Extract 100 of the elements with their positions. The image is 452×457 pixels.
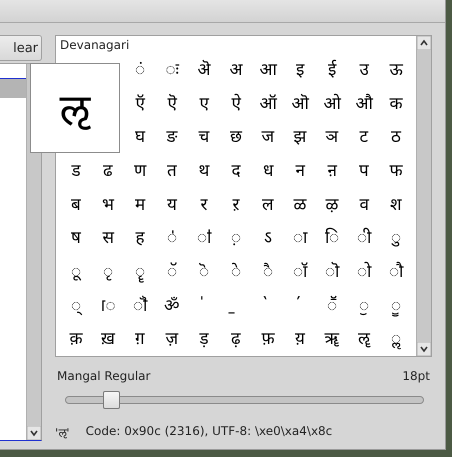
character-cell[interactable]: छ [220, 127, 252, 148]
character-cell[interactable]: े [220, 262, 252, 282]
character-cell[interactable]: ऴ [316, 194, 348, 215]
character-cell[interactable]: ॢ [380, 329, 412, 350]
character-cell[interactable]: ढ़ [220, 329, 252, 350]
character-cell[interactable]: ॖ [348, 296, 380, 316]
character-cell[interactable]: ः [156, 60, 188, 80]
character-cell[interactable]: ा [284, 228, 316, 248]
scroll-up-icon[interactable] [417, 36, 431, 50]
character-cell[interactable]: ृ [92, 262, 124, 282]
scroll-down-icon[interactable] [417, 342, 431, 356]
character-cell[interactable]: ज [252, 127, 284, 148]
character-cell[interactable]: ौ [380, 262, 412, 282]
character-cell[interactable]: ख़ [92, 329, 124, 350]
character-cell[interactable]: ं [124, 60, 156, 80]
character-cell[interactable]: र [188, 194, 220, 215]
character-cell[interactable]: ऽ [252, 228, 284, 248]
character-cell[interactable]: ळ [284, 194, 316, 215]
character-cell[interactable]: य [156, 194, 188, 215]
selected-row[interactable] [0, 78, 26, 98]
character-cell[interactable]: ऑ [252, 94, 284, 114]
character-cell[interactable]: ॊ [316, 262, 348, 282]
character-cell[interactable]: स [92, 228, 124, 248]
character-cell[interactable]: ॏ [124, 296, 156, 316]
character-cell[interactable]: ़ [220, 228, 252, 248]
character-cell[interactable]: फ [380, 161, 412, 182]
character-cell[interactable]: ह [124, 228, 156, 248]
character-cell[interactable]: ि [316, 228, 348, 248]
character-cell[interactable]: ग़ [124, 329, 156, 350]
clear-button[interactable]: lear [0, 35, 42, 61]
character-cell[interactable]: झ [284, 127, 316, 148]
character-cell[interactable]: ॔ [284, 296, 316, 316]
character-cell[interactable]: ॅ [156, 262, 188, 282]
character-cell[interactable]: ऍ [124, 94, 156, 114]
character-cell[interactable]: क़ [60, 329, 92, 350]
character-cell[interactable]: ध [252, 161, 284, 182]
character-cell[interactable]: ल [252, 194, 284, 215]
character-cell[interactable]: व [348, 194, 380, 215]
character-cell[interactable]: भ [92, 194, 124, 215]
character-cell[interactable]: प [348, 161, 380, 182]
character-cell[interactable]: ु [380, 228, 412, 248]
character-cell[interactable]: म [124, 194, 156, 215]
character-cell[interactable]: ओ [316, 94, 348, 114]
character-cell[interactable]: ो [348, 262, 380, 282]
character-cell[interactable]: ऐ [220, 94, 252, 114]
character-cell[interactable]: ठ [380, 127, 412, 148]
character-cell[interactable]: ड़ [188, 329, 220, 350]
character-cell[interactable]: ॐ [156, 296, 188, 316]
character-cell[interactable]: ॡ [348, 329, 380, 350]
scroll-down-icon[interactable] [27, 426, 41, 440]
character-cell[interactable]: ऄ [188, 60, 220, 80]
character-cell[interactable]: ॉ [284, 262, 316, 282]
character-cell[interactable]: ञ [316, 127, 348, 148]
character-cell[interactable]: ब [60, 194, 92, 215]
character-cell[interactable]: ऊ [380, 60, 412, 80]
character-cell[interactable]: फ़ [252, 329, 284, 350]
character-cell[interactable]: ई [316, 60, 348, 80]
character-cell[interactable]: ॒ [220, 296, 252, 316]
character-cell[interactable]: ऩ [316, 161, 348, 182]
character-cell[interactable]: ी [348, 228, 380, 248]
character-cell[interactable]: ॠ [316, 329, 348, 350]
character-cell[interactable]: ङ [156, 127, 188, 148]
character-cell[interactable]: आ [252, 60, 284, 80]
character-cell[interactable]: उ [348, 60, 380, 80]
character-cell[interactable]: श [380, 194, 412, 215]
size-slider[interactable] [65, 391, 424, 406]
scrollbar[interactable] [416, 36, 431, 356]
character-cell[interactable]: च [188, 127, 220, 148]
character-cell[interactable]: क [380, 94, 412, 114]
character-cell[interactable]: य़ [284, 329, 316, 350]
character-cell[interactable]: द [220, 161, 252, 182]
slider-thumb[interactable] [102, 391, 120, 409]
character-cell[interactable]: थ [188, 161, 220, 182]
character-cell[interactable]: ढ [92, 161, 124, 182]
character-cell[interactable]: ॆ [188, 262, 220, 282]
character-cell[interactable]: औ [348, 94, 380, 114]
character-cell[interactable]: ण [124, 161, 156, 182]
character-cell[interactable]: अ [220, 60, 252, 80]
character-cell[interactable]: ड [60, 161, 92, 182]
character-cell[interactable]: ू [60, 262, 92, 282]
character-cell[interactable]: त [156, 161, 188, 182]
character-cell[interactable]: ट [348, 127, 380, 148]
character-cell[interactable]: इ [284, 60, 316, 80]
character-cell[interactable]: ॓ [252, 296, 284, 316]
character-cell[interactable]: ् [60, 296, 92, 316]
character-cell[interactable]: ऱ [220, 194, 252, 215]
character-cell[interactable]: ज़ [156, 329, 188, 350]
character-cell[interactable]: ै [252, 262, 284, 282]
character-cell[interactable]: ष [60, 228, 92, 248]
character-cell[interactable]: ॎ [92, 296, 124, 316]
character-cell[interactable]: न [284, 161, 316, 182]
character-cell[interactable]: ऎ [156, 94, 188, 114]
character-cell[interactable]: ए [188, 94, 220, 114]
character-cell[interactable]: ॄ [124, 262, 156, 282]
character-cell[interactable]: ॕ [316, 296, 348, 316]
character-cell[interactable]: घ [124, 127, 156, 148]
character-cell[interactable]: ऺ [156, 228, 188, 248]
character-cell[interactable]: ऻ [188, 228, 220, 248]
character-cell[interactable]: ॗ [380, 296, 412, 316]
character-cell[interactable]: ऒ [284, 94, 316, 114]
